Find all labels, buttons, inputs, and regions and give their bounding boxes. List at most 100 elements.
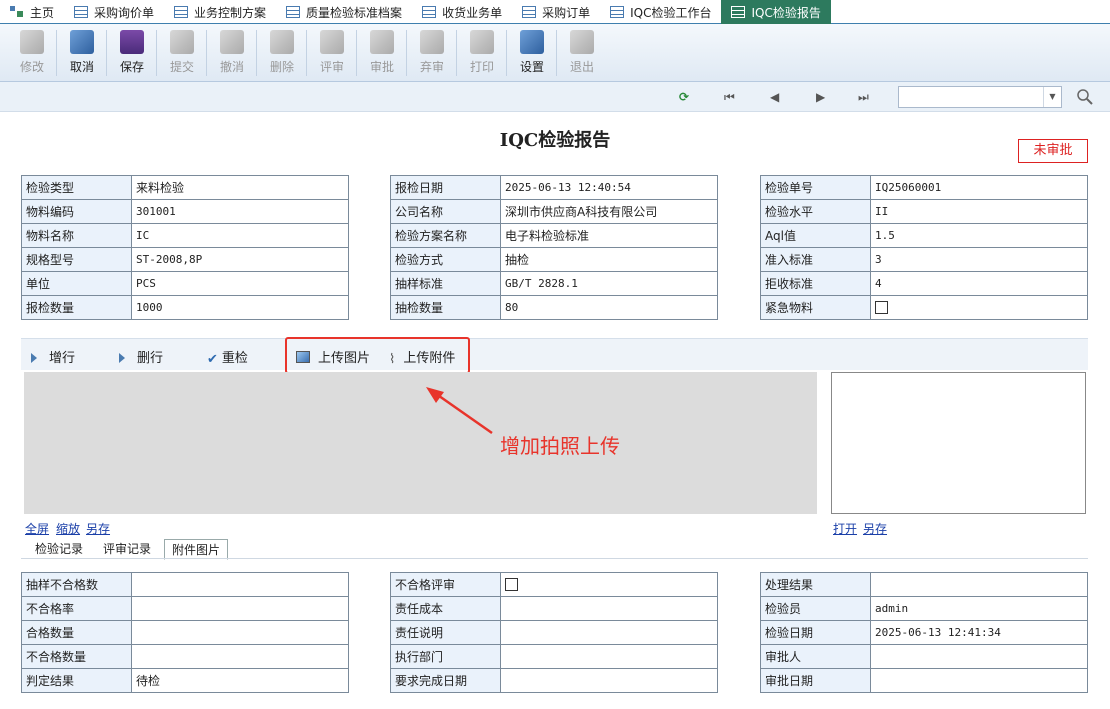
inspection-number-field[interactable]: IQ25060001 [870, 175, 1088, 200]
table-row: 报检日期 2025-06-13 12:40:54 [390, 175, 718, 200]
due-date-field[interactable] [500, 668, 718, 693]
page-title: IQC检验报告 [499, 130, 611, 151]
urgent-material-checkbox[interactable] [875, 301, 888, 315]
printer-icon [470, 30, 494, 54]
toolbar-divider [206, 30, 207, 76]
accept-standard-field[interactable]: 3 [870, 247, 1088, 272]
search-icon[interactable] [1076, 88, 1094, 106]
inspection-level-field[interactable]: II [870, 199, 1088, 224]
abandon-icon [420, 30, 444, 54]
judgement-result-field[interactable]: 待检 [131, 668, 349, 693]
abandon-button[interactable]: 弃审 [408, 28, 456, 80]
inspection-method-field[interactable]: 抽检 [500, 247, 718, 272]
tab-quality-standard[interactable]: 质量检验标准档案 [276, 0, 412, 24]
delete-button[interactable]: 删除 [258, 28, 306, 80]
material-name-field[interactable]: IC [131, 223, 349, 248]
attachment-preview-area[interactable] [831, 372, 1086, 514]
tab-purchase-order[interactable]: 采购订单 [512, 0, 600, 24]
tab-home[interactable]: 主页 [0, 0, 64, 24]
defect-rate-field[interactable] [131, 596, 349, 621]
refresh-icon[interactable]: ⟳ [679, 90, 689, 104]
handling-result-field[interactable] [870, 572, 1088, 597]
annotation-text: 增加拍照上传 [500, 434, 620, 458]
checkmark-icon: ✔ [207, 352, 218, 367]
spec-model-field[interactable]: ST-2008,8P [131, 247, 349, 272]
recheck-button[interactable]: ✔ 重检 [207, 347, 248, 367]
last-record-icon[interactable]: ⏭ [858, 90, 869, 104]
reject-standard-field[interactable]: 4 [870, 271, 1088, 296]
check-date-field[interactable]: 2025-06-13 12:41:34 [870, 620, 1088, 645]
table-row: 审批日期 [760, 668, 1088, 693]
defect-quantity-field[interactable] [131, 644, 349, 669]
tab-label: 主页 [30, 5, 55, 20]
table-row: 判定结果 待检 [21, 668, 349, 693]
edit-button[interactable]: 修改 [8, 28, 56, 80]
tab-label: 业务控制方案 [194, 5, 267, 20]
table-row: 检验日期 2025-06-13 12:41:34 [760, 620, 1088, 645]
tab-receiving[interactable]: 收货业务单 [412, 0, 512, 24]
fullscreen-link[interactable]: 全屏 [25, 520, 49, 537]
approve-button[interactable]: 审批 [358, 28, 406, 80]
revoke-button[interactable]: 撤消 [208, 28, 256, 80]
table-row: 责任说明 [390, 620, 718, 645]
settings-button[interactable]: 设置 [508, 28, 556, 80]
exit-button[interactable]: 退出 [558, 28, 606, 80]
tab-attachment-images[interactable]: 附件图片 [164, 539, 229, 560]
tab-purchase-inquiry[interactable]: 采购询价单 [64, 0, 164, 24]
sampling-standard-field[interactable]: GB/T 2828.1 [500, 271, 718, 296]
responsibility-note-field[interactable] [500, 620, 718, 645]
defect-review-cell [500, 572, 718, 597]
table-icon [286, 6, 301, 18]
exit-icon [570, 30, 594, 54]
inspection-date-field[interactable]: 2025-06-13 12:40:54 [500, 175, 718, 200]
open-attachment-link[interactable]: 打开 [833, 520, 857, 537]
tab-review-records[interactable]: 评审记录 [96, 539, 158, 560]
tab-label: IQC检验报告 [751, 5, 821, 20]
zoom-link[interactable]: 缩放 [56, 520, 80, 537]
inspector-field[interactable]: admin [870, 596, 1088, 621]
toolbar-divider [156, 30, 157, 76]
image-save-as-link[interactable]: 另存 [86, 520, 110, 537]
tab-inspection-records[interactable]: 检验记录 [28, 539, 90, 560]
aql-field[interactable]: 1.5 [870, 223, 1088, 248]
qualified-quantity-field[interactable] [131, 620, 349, 645]
plan-name-field[interactable]: 电子料检验标准 [500, 223, 718, 248]
previous-record-icon[interactable]: ◀ [770, 90, 779, 104]
delete-row-button[interactable]: 删行 [119, 347, 163, 366]
executing-department-field[interactable] [500, 644, 718, 669]
table-row: 检验类型 来料检验 [21, 175, 349, 200]
toolbar: 修改 取消 保存 提交 撤消 删除 评审 审批 弃审 打印 设置 退出 [0, 24, 1110, 82]
record-select[interactable]: ▼ [898, 86, 1062, 108]
print-button[interactable]: 打印 [458, 28, 506, 80]
cancel-button[interactable]: 取消 [58, 28, 106, 80]
inspection-type-field[interactable]: 来料检验 [131, 175, 349, 200]
next-record-icon[interactable]: ▶ [816, 90, 825, 104]
review-button[interactable]: 评审 [308, 28, 356, 80]
submit-button[interactable]: 提交 [158, 28, 206, 80]
tab-business-control[interactable]: 业务控制方案 [164, 0, 276, 24]
approval-date-field[interactable] [870, 668, 1088, 693]
attachment-save-as-link[interactable]: 另存 [863, 520, 887, 537]
add-row-button[interactable]: 增行 [31, 347, 75, 366]
defect-review-checkbox[interactable] [505, 578, 518, 592]
sample-quantity-field[interactable]: 80 [500, 295, 718, 320]
tab-iqc-workbench[interactable]: IQC检验工作台 [600, 0, 721, 24]
table-row: 不合格评审 [390, 572, 718, 597]
review-icon [320, 30, 344, 54]
sample-defect-count-field[interactable] [131, 572, 349, 597]
table-row: 处理结果 [760, 572, 1088, 597]
table-row: 单位 PCS [21, 271, 349, 296]
first-record-icon[interactable]: ⏮ [724, 90, 735, 104]
company-name-field[interactable]: 深圳市供应商A科技有限公司 [500, 199, 718, 224]
unit-field[interactable]: PCS [131, 271, 349, 296]
approver-field[interactable] [870, 644, 1088, 669]
inspection-quantity-field[interactable]: 1000 [131, 295, 349, 320]
tab-iqc-report[interactable]: IQC检验报告 [721, 0, 831, 24]
save-button[interactable]: 保存 [108, 28, 156, 80]
delete-icon [270, 30, 294, 54]
table-icon [610, 6, 625, 18]
responsibility-cost-field[interactable] [500, 596, 718, 621]
material-code-field[interactable]: 301001 [131, 199, 349, 224]
approve-icon [370, 30, 394, 54]
table-row: 紧急物料 [760, 295, 1088, 320]
